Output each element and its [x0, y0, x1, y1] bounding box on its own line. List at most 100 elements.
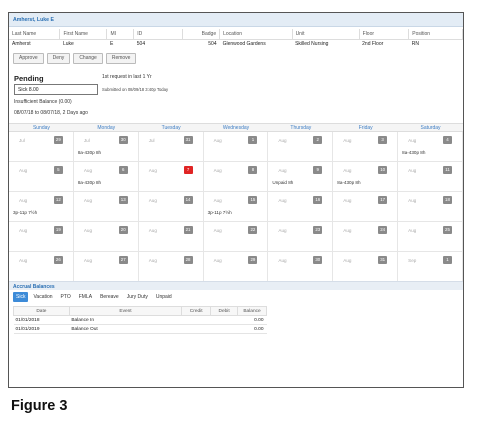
day-number: 8	[248, 166, 258, 174]
accrual-cell: Balance In	[69, 315, 182, 325]
calendar-day[interactable]: Aug 26	[9, 252, 74, 282]
calendar-day[interactable]: Aug 12 3p-11p 7½h	[9, 192, 74, 222]
info-header-cell: Badge	[182, 29, 221, 40]
balance-note: Insufficient Balance (0.00)	[14, 99, 72, 105]
day-month: Aug	[213, 138, 222, 143]
calendar-day[interactable]: Aug 5	[9, 162, 74, 192]
calendar-day[interactable]: Aug 24	[333, 222, 399, 252]
deny-button[interactable]: Deny	[46, 53, 71, 64]
approve-button[interactable]: Approve	[13, 53, 44, 64]
calendar-day[interactable]: Jul 30 8a-430p 8h	[73, 132, 139, 162]
day-month: Aug	[148, 198, 157, 203]
accrual-row: 01/01/2019 Balance Out 0.00	[13, 324, 267, 334]
calendar-day[interactable]: Aug 21	[138, 222, 204, 252]
calendar-day[interactable]: Aug 10 8a-430p 8h	[333, 162, 399, 192]
day-number: 18	[442, 196, 452, 204]
info-value-cell: Skilled Nursing	[295, 40, 329, 47]
calendar-day[interactable]: Aug 25	[398, 222, 463, 252]
accrual-tab-pto[interactable]: PTO	[58, 292, 74, 302]
calendar-day[interactable]: Aug 19	[9, 222, 74, 252]
calendar-day[interactable]: Aug 20	[73, 222, 139, 252]
day-month: Aug	[19, 258, 28, 263]
info-header-cell: Location	[219, 29, 293, 40]
accrual-cell: 0.00	[237, 324, 267, 334]
action-buttons: Approve Deny Change Remove	[13, 53, 137, 64]
calendar-day[interactable]: Aug 3	[333, 132, 399, 162]
accrual-header-row: Date Event Credit Debit Balance	[13, 306, 267, 316]
calendar-day[interactable]: Jul 31	[138, 132, 204, 162]
day-month: Aug	[83, 258, 93, 263]
calendar-day[interactable]: Aug 27	[73, 252, 139, 282]
calendar-day[interactable]: Aug 2	[268, 132, 334, 162]
calendar-day[interactable]: Aug 8	[203, 162, 269, 192]
accrual-row: 01/01/2018 Balance In 0.00	[13, 315, 267, 325]
day-month: Sep	[408, 258, 417, 263]
day-month: Aug	[408, 168, 417, 173]
accrual-balances-title: Accrual Balances	[9, 281, 463, 290]
accrual-tab-bereave[interactable]: Bereave	[97, 292, 122, 302]
day-month: Jul	[148, 138, 155, 143]
calendar-day[interactable]: Aug 22	[203, 222, 269, 252]
calendar-day[interactable]: Aug 18	[398, 192, 463, 222]
day-month: Aug	[278, 138, 287, 143]
accrual-tab-vacation[interactable]: Vacation	[30, 292, 55, 302]
accrual-tab-jury-duty[interactable]: Jury Duty	[124, 292, 151, 302]
day-number: 14	[183, 196, 193, 204]
calendar-day[interactable]: Aug 1	[203, 132, 269, 162]
date-range-text: 08/07/18 to 08/07/18, 2 Days ago	[14, 110, 88, 116]
info-value-cell: Luke	[62, 40, 74, 47]
day-number: 2	[313, 136, 323, 144]
accrual-cell: 01/01/2018	[13, 315, 70, 325]
calendar-day[interactable]: Aug 11	[398, 162, 463, 192]
day-month: Aug	[213, 228, 222, 233]
accrual-table: Date Event Credit Debit Balance 01/01/2018 Ba…	[13, 306, 267, 334]
calendar-day[interactable]: Aug 30	[268, 252, 334, 282]
day-month: Aug	[148, 258, 157, 263]
weekday-label: Sunday	[32, 125, 50, 131]
accrual-tab-sick[interactable]: Sick	[13, 292, 29, 302]
day-shift: 3p-11p 7½h	[13, 210, 38, 215]
calendar-day[interactable]: Aug 4 8a-430p 8h	[398, 132, 463, 162]
calendar-day[interactable]: Aug 29	[203, 252, 269, 282]
day-number: 5	[53, 166, 63, 174]
day-shift: 8a-430p 8h	[77, 180, 102, 185]
day-month: Aug	[83, 198, 93, 203]
calendar-day[interactable]: Aug 14	[138, 192, 204, 222]
remove-button[interactable]: Remove	[105, 53, 137, 64]
calendar-day[interactable]: Aug 13	[73, 192, 139, 222]
day-number: 20	[118, 226, 128, 234]
calendar-day[interactable]: Aug 31	[333, 252, 399, 282]
schedule-panel: Amherst, Luke E Last Name First Name MI ID B…	[8, 12, 464, 388]
calendar-day[interactable]: Aug 7	[138, 162, 204, 192]
info-header-cell: Unit	[292, 29, 360, 40]
employee-name-title: Amherst, Luke E	[9, 13, 463, 27]
day-number: 30	[313, 256, 323, 264]
calendar-day[interactable]: Aug 28	[138, 252, 204, 282]
info-value-cell: 2nd Floor	[362, 40, 384, 47]
accrual-tab-unpaid[interactable]: Unpaid	[153, 292, 175, 302]
calendar-day[interactable]: Aug 16	[268, 192, 334, 222]
accrual-tab-fmla[interactable]: FMLA	[76, 292, 95, 302]
day-month: Aug	[278, 168, 287, 173]
accrual-header-cell: Event	[68, 306, 183, 316]
accrual-cell	[210, 324, 238, 334]
accrual-header-cell: Balance	[237, 306, 267, 316]
accrual-cell: Balance Out	[69, 324, 182, 334]
figure-caption: Figure 3	[11, 398, 68, 414]
day-number: 17	[378, 196, 388, 204]
calendar-day[interactable]: Jul 29	[9, 132, 74, 162]
day-month: Aug	[213, 258, 222, 263]
accrual-cell	[181, 324, 211, 334]
calendar-day[interactable]: Sep 1	[398, 252, 463, 282]
pending-request-field[interactable]: Sick 8.00	[14, 84, 98, 95]
accrual-header-cell: Date	[13, 306, 70, 316]
calendar-day[interactable]: Aug 23	[268, 222, 334, 252]
calendar-day[interactable]: Aug 15 3p-11p 7½h	[203, 192, 269, 222]
calendar-day[interactable]: Aug 6 8a-430p 8h	[73, 162, 139, 192]
day-number: 12	[53, 196, 63, 204]
calendar-day[interactable]: Aug 9 Unpaid 8h	[268, 162, 334, 192]
pending-heading: Pending	[14, 74, 44, 83]
day-month: Aug	[343, 138, 352, 143]
calendar-day[interactable]: Aug 17	[333, 192, 399, 222]
change-button[interactable]: Change	[73, 53, 103, 64]
